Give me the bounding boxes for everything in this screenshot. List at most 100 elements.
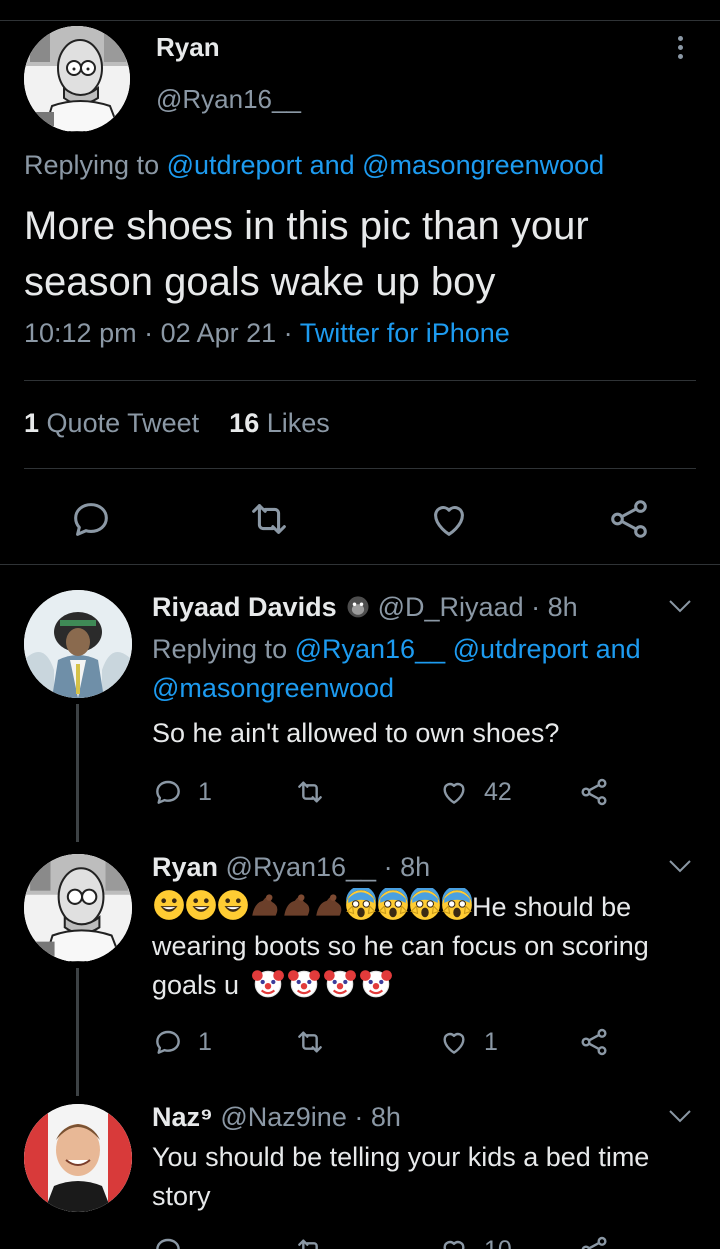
quote-count: 1 — [24, 408, 40, 438]
like-button[interactable]: 10 — [438, 1232, 512, 1249]
reply-time: · 8h — [354, 1102, 401, 1132]
tweet-source[interactable]: Twitter for iPhone — [300, 318, 510, 348]
like-icon — [443, 1240, 465, 1249]
grin-emoji-icon — [184, 888, 218, 922]
tweet-date: 02 Apr 21 — [160, 318, 277, 348]
reply-author-name[interactable]: Ryan — [152, 852, 218, 882]
scream-emoji-icon — [440, 885, 474, 922]
like-icon — [443, 1032, 465, 1054]
author-name[interactable]: Ryan — [156, 32, 220, 63]
like-icon — [443, 782, 465, 804]
reply-actions: 10 — [152, 1232, 672, 1249]
reply-icon[interactable] — [68, 496, 114, 542]
tweet-stats: 1 Quote Tweet 16 Likes — [24, 408, 330, 439]
thread-line — [76, 704, 79, 842]
chevron-down-icon[interactable] — [668, 598, 692, 614]
reply-button[interactable]: 1 — [152, 774, 212, 810]
reply-author-name[interactable]: Riyaad Davids — [152, 592, 337, 622]
meta-dot: · — [276, 318, 300, 348]
like-count: 1 — [484, 1027, 498, 1056]
flexed-biceps-emoji-icon — [248, 888, 282, 922]
reply-body: Replying to @Ryan16__ @utdreport and @ma… — [152, 630, 702, 753]
retweet-icon — [298, 1031, 322, 1053]
mention-utdreport[interactable]: @utdreport — [453, 634, 588, 664]
like-icon[interactable] — [426, 496, 472, 542]
reply-count: 1 — [198, 777, 212, 806]
divider — [0, 564, 720, 565]
like-button[interactable]: 1 — [438, 1024, 498, 1060]
reply-header: Riyaad Davids @D_Riyaad · 8h — [152, 592, 578, 623]
flexed-biceps-emoji-icon — [312, 888, 346, 922]
avatar-ryan[interactable] — [24, 26, 130, 132]
chevron-down-icon[interactable] — [668, 858, 692, 874]
share-button[interactable] — [578, 1024, 610, 1060]
chevron-down-icon[interactable] — [668, 1108, 692, 1124]
share-icon — [581, 1028, 607, 1056]
replying-to: Replying to @utdreport and @masongreenwo… — [24, 150, 604, 181]
avatar-ryan[interactable] — [24, 854, 132, 962]
reply-author-handle[interactable]: @D_Riyaad — [378, 592, 524, 622]
share-icon[interactable] — [606, 496, 652, 542]
emoji-group — [247, 970, 392, 1000]
tweet-time: 10:12 pm — [24, 318, 137, 348]
scream-emoji-icon — [344, 885, 378, 922]
replying-prefix: Replying to — [24, 150, 167, 180]
reply-body: He should be wearing boots so he can foc… — [152, 885, 702, 1005]
retweet-button[interactable] — [294, 1024, 326, 1060]
mention-utdreport[interactable]: @utdreport — [167, 150, 302, 180]
reply-body: You should be telling your kids a bed ti… — [152, 1138, 702, 1216]
replying-and: and — [302, 150, 363, 180]
scream-emoji-icon — [376, 885, 410, 922]
likes-label: Likes — [266, 408, 330, 438]
author-handle[interactable]: @Ryan16__ — [156, 84, 301, 115]
retweet-button[interactable] — [294, 1232, 326, 1249]
reply-header: Naz⁹ @Naz9ine · 8h — [152, 1102, 401, 1133]
reply-time: · 8h — [531, 592, 578, 622]
reply-author-handle[interactable]: @Naz9ine — [220, 1102, 346, 1132]
avatar-naz[interactable] — [24, 1104, 132, 1212]
emoji-group — [152, 885, 472, 922]
tweet-meta: 10:12 pm · 02 Apr 21 · Twitter for iPhon… — [24, 318, 510, 349]
reply-icon — [156, 1238, 180, 1249]
like-button[interactable]: 42 — [438, 774, 512, 810]
clown-emoji-icon — [359, 966, 393, 1000]
replying-prefix: Replying to — [152, 634, 295, 664]
likes-count: 16 — [229, 408, 260, 438]
grin-emoji-icon — [152, 888, 186, 922]
reply-button[interactable]: 1 — [152, 1024, 212, 1060]
mention-ryan16[interactable]: @Ryan16__ — [295, 634, 446, 664]
grin-emoji-icon — [216, 888, 250, 922]
replying-and: and — [588, 634, 641, 664]
gorilla-emoji-icon — [347, 596, 369, 618]
retweet-icon[interactable] — [246, 496, 292, 542]
quote-label: Quote Tweet — [46, 408, 200, 438]
reply-author-name[interactable]: Naz⁹ — [152, 1102, 213, 1132]
mention-masongreenwood[interactable]: @masongreenwood — [362, 150, 604, 180]
clown-emoji-icon — [287, 966, 321, 1000]
reply-actions: 1 42 — [152, 774, 672, 810]
scream-emoji-icon — [408, 885, 442, 922]
reply-count: 1 — [198, 1027, 212, 1056]
tweet-text: More shoes in this pic than your season … — [24, 204, 589, 304]
share-icon — [581, 1236, 607, 1249]
flexed-biceps-emoji-icon — [280, 888, 314, 922]
reply-text: So he ain't allowed to own shoes? — [152, 718, 560, 748]
avatar-riyaad[interactable] — [24, 590, 132, 698]
likes-stat[interactable]: 16 Likes — [229, 408, 330, 438]
more-options-icon[interactable] — [668, 32, 692, 64]
retweet-icon — [298, 781, 322, 803]
reply-time: · 8h — [383, 852, 431, 882]
divider — [24, 380, 696, 381]
reply-author-handle[interactable]: @Ryan16__ — [226, 852, 377, 882]
reply-button[interactable] — [152, 1232, 184, 1249]
share-button[interactable] — [578, 774, 610, 810]
retweet-button[interactable] — [294, 774, 326, 810]
like-count: 10 — [484, 1236, 512, 1249]
reply-text: You should be telling your kids a bed ti… — [152, 1142, 650, 1211]
reply-header: Ryan @Ryan16__ · 8h — [152, 852, 430, 883]
mention-masongreenwood[interactable]: @masongreenwood — [152, 673, 394, 703]
share-button[interactable] — [578, 1232, 610, 1249]
reply-icon — [156, 780, 180, 804]
quote-stat[interactable]: 1 Quote Tweet — [24, 408, 199, 438]
reply-actions: 1 1 — [152, 1024, 672, 1060]
